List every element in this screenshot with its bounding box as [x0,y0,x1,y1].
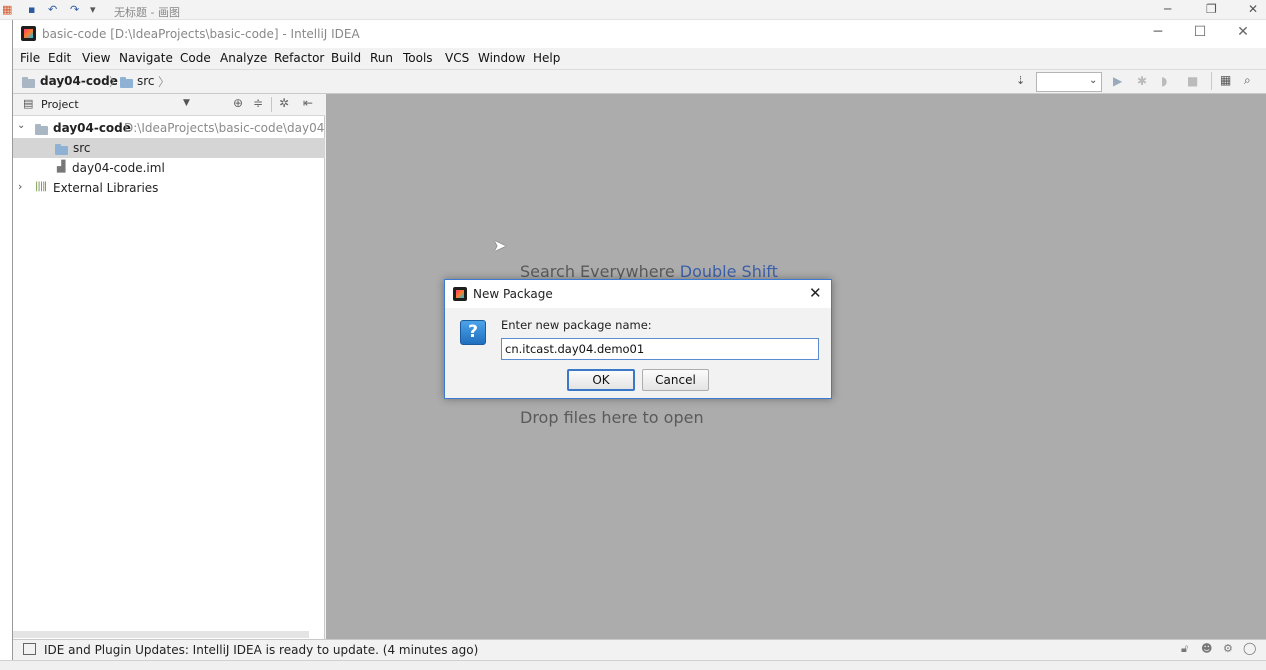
module-folder-icon [22,76,35,90]
paint-app-icon: ▦ [2,3,13,16]
breadcrumb-separator-icon: 〉 [158,75,171,89]
maximize-icon[interactable]: ☐ [1185,24,1215,40]
paint-minimize-icon[interactable]: ─ [1164,2,1171,16]
status-message[interactable]: IDE and Plugin Updates: IntelliJ IDEA is… [44,643,478,657]
gear-icon[interactable]: ✲ [279,96,289,110]
close-icon[interactable]: ✕ [1228,24,1258,40]
stop-icon[interactable]: ■ [1187,74,1198,88]
libraries-icon: |||‖ [35,181,47,192]
drop-files-hint: Drop files here to open [520,408,704,427]
project-tool-window: ▤ Project ▼ ⊕ ≑ ✲ ⇤ ⌄ day04-code D:\Idea… [13,94,325,639]
paint-window-title: 无标题 - 画图 [114,6,180,19]
breadcrumb-module[interactable]: day04-code [40,74,118,88]
minimize-icon[interactable]: ─ [1143,24,1173,40]
status-bar: IDE and Plugin Updates: IntelliJ IDEA is… [13,639,1266,660]
event-log-icon[interactable]: ◯ [1243,641,1256,655]
notifications-icon[interactable]: ⚙ [1223,642,1233,655]
toolbar-divider [1211,72,1212,90]
dialog-close-icon[interactable]: ✕ [809,284,822,302]
mouse-cursor-icon: ➤ [493,236,507,255]
header-divider [271,97,272,112]
project-panel-header: ▤ Project ▼ ⊕ ≑ ✲ ⇤ [13,94,325,116]
debug-icon[interactable]: ✱ [1137,74,1147,88]
module-folder-icon [35,123,48,137]
tree-module-name: day04-code [53,121,131,135]
paint-titlebar: ▦ ▪ ↶ ↷ ▾ 无标题 - 画图 ─ ❐ ✕ [0,0,1266,20]
dialog-titlebar: New Package ✕ [445,280,831,308]
menu-build[interactable]: Build [331,51,361,65]
ide-window-title: basic-code [D:\IdeaProjects\basic-code] … [42,27,360,41]
taskbar-strip [0,660,1266,670]
undo-icon[interactable]: ↶ [48,3,57,17]
menu-run[interactable]: Run [370,51,393,65]
menu-refactor[interactable]: Refactor [274,51,324,65]
project-view-label[interactable]: Project [41,98,79,111]
dialog-prompt: Enter new package name: [501,318,652,332]
menu-window[interactable]: Window [478,51,525,65]
paint-close-icon[interactable]: ✕ [1248,2,1258,16]
menu-navigate[interactable]: Navigate [119,51,173,65]
new-package-dialog: New Package ✕ ? Enter new package name: … [444,279,832,399]
menu-vcs[interactable]: VCS [445,51,469,65]
run-icon[interactable]: ▶ [1113,74,1122,88]
save-icon[interactable]: ▪ [28,3,35,17]
tree-src-label: src [73,141,91,155]
src-folder-icon [120,76,133,90]
build-project-icon[interactable]: ⇣ [1016,74,1025,87]
menu-bar: File Edit View Navigate Code Analyze Ref… [13,48,1266,69]
tree-module-path: D:\IdeaProjects\basic-code\day04-code [124,121,324,135]
chevron-down-icon: ⌄ [1089,75,1098,86]
menu-help[interactable]: Help [533,51,560,65]
tree-item-iml[interactable]: ▟ day04-code.iml [13,158,325,178]
coverage-icon[interactable]: ◗ [1161,74,1167,88]
tree-item-src[interactable]: src [13,138,325,158]
hide-panel-icon[interactable]: ⇤ [303,96,313,110]
inspector-icon[interactable]: ☻ [1201,642,1212,655]
package-name-input[interactable] [501,338,819,360]
expand-chevron-icon[interactable]: ⌄ [17,120,25,131]
horizontal-scrollbar[interactable] [13,631,309,638]
project-view-icon: ▤ [23,97,34,110]
customize-toolbar-icon[interactable]: ▾ [90,3,96,17]
tree-item-module[interactable]: ⌄ day04-code D:\IdeaProjects\basic-code\… [13,118,325,138]
redo-icon[interactable]: ↷ [70,3,79,17]
menu-code[interactable]: Code [180,51,211,65]
lock-icon[interactable]: 🔓︎ [1181,642,1188,656]
sync-icon[interactable]: ⊕ [233,96,243,110]
intellij-logo-icon [453,287,467,301]
menu-file[interactable]: File [20,51,40,65]
menu-view[interactable]: View [82,51,110,65]
navigation-bar: day04-code 〉 src 〉 ⇣ ⌄ ▶ ✱ ◗ ■ ▦ ⌕ [13,69,1266,94]
project-structure-icon[interactable]: ▦ [1220,73,1231,87]
ide-titlebar: basic-code [D:\IdeaProjects\basic-code] … [13,20,1266,48]
tree-external-libraries-label: External Libraries [53,181,159,195]
iml-file-icon: ▟ [57,160,66,173]
cancel-button[interactable]: Cancel [642,369,709,391]
ok-button[interactable]: OK [567,369,635,391]
collapse-all-icon[interactable]: ≑ [253,96,263,110]
tree-item-external-libraries[interactable]: › |||‖ External Libraries [13,178,325,198]
expand-chevron-icon[interactable]: › [18,180,22,193]
menu-analyze[interactable]: Analyze [220,51,267,65]
tree-iml-label: day04-code.iml [72,161,165,175]
view-dropdown-icon[interactable]: ▼ [183,98,190,108]
menu-edit[interactable]: Edit [48,51,71,65]
intellij-logo-icon [21,26,36,41]
question-icon: ? [460,320,486,345]
menu-tools[interactable]: Tools [403,51,433,65]
search-icon[interactable]: ⌕ [1244,73,1251,88]
tool-windows-icon[interactable] [23,643,36,655]
paint-restore-icon[interactable]: ❐ [1206,2,1217,16]
breadcrumb-folder[interactable]: src [137,74,155,88]
run-configuration-select[interactable]: ⌄ [1036,72,1102,92]
src-folder-icon [55,143,68,157]
dialog-title: New Package [473,287,553,301]
